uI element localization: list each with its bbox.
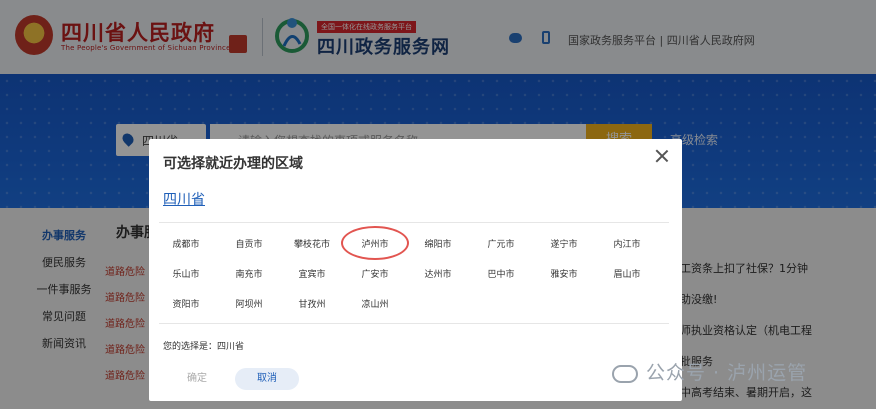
city-option[interactable]: 凉山州 — [344, 297, 406, 310]
region-dialog: 可选择就近办理的区域 四川省 成都市 自贡市 攀枝花市 泸州市 绵阳市 广元市 … — [149, 139, 682, 401]
city-option[interactable]: 眉山市 — [596, 267, 658, 280]
divider — [159, 323, 669, 324]
city-option[interactable]: 攀枝花市 — [281, 237, 343, 250]
watermark: 公众号 · 泸州运管 — [612, 358, 807, 385]
cancel-button[interactable]: 取消 — [235, 368, 299, 390]
city-option[interactable]: 达州市 — [407, 267, 469, 280]
watermark-text: 公众号 · 泸州运管 — [646, 362, 808, 384]
city-option[interactable]: 阿坝州 — [218, 297, 280, 310]
confirm-button[interactable]: 确定 — [177, 368, 217, 390]
selection-label: 您的选择是： — [163, 342, 218, 352]
city-option[interactable]: 宜宾市 — [281, 267, 343, 280]
city-option[interactable]: 巴中市 — [470, 267, 532, 280]
city-option[interactable]: 南充市 — [218, 267, 280, 280]
city-option[interactable]: 甘孜州 — [281, 297, 343, 310]
city-option[interactable]: 广元市 — [470, 237, 532, 250]
city-option[interactable]: 资阳市 — [155, 297, 217, 310]
city-option[interactable]: 雅安市 — [533, 267, 595, 280]
city-option[interactable]: 绵阳市 — [407, 237, 469, 250]
city-option[interactable]: 内江市 — [596, 237, 658, 250]
city-option[interactable]: 成都市 — [155, 237, 217, 250]
highlight-circle — [341, 226, 409, 260]
city-option[interactable]: 自贡市 — [218, 237, 280, 250]
city-option[interactable]: 遂宁市 — [533, 237, 595, 250]
city-option[interactable]: 广安市 — [344, 267, 406, 280]
divider — [159, 222, 669, 223]
selection-value: 四川省 — [217, 342, 245, 352]
province-link[interactable]: 四川省 — [163, 189, 205, 209]
city-option[interactable]: 乐山市 — [155, 267, 217, 280]
wechat-watermark-icon — [612, 364, 638, 383]
dialog-title: 可选择就近办理的区域 — [163, 156, 303, 172]
close-icon[interactable] — [654, 148, 670, 164]
